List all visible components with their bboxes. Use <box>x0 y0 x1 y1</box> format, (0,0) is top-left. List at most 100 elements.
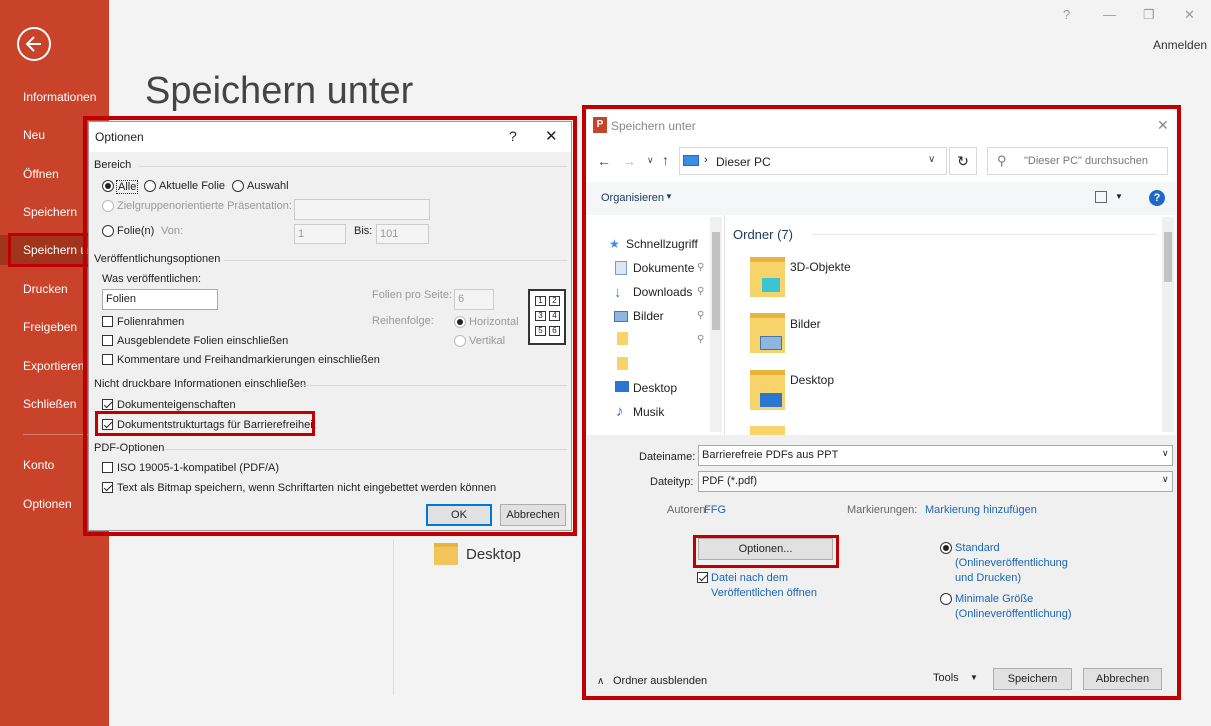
per-page-label: Folien pro Seite: <box>372 289 453 301</box>
back-arrow-icon[interactable] <box>17 27 51 61</box>
nav-scrollbar[interactable] <box>710 217 722 432</box>
folder-desktop[interactable]: Desktop <box>790 373 834 387</box>
save-button[interactable]: Speichern <box>993 668 1072 690</box>
signin-link[interactable]: Anmelden <box>1153 38 1207 52</box>
help-icon[interactable]: ? <box>1063 7 1070 22</box>
pictures-icon <box>760 336 782 350</box>
nav-item-desktop[interactable]: Desktop <box>633 381 677 395</box>
divider <box>812 234 1157 235</box>
options-dialog-titlebar: Optionen ? ✕ <box>89 122 571 152</box>
folder-icon <box>617 357 628 370</box>
tags-link[interactable]: Markierung hinzufügen <box>925 504 1037 516</box>
chevron-down-icon[interactable]: ▼ <box>970 673 978 682</box>
custom-show-select[interactable] <box>294 199 430 220</box>
minimize-icon[interactable]: — <box>1103 7 1116 22</box>
tools-button[interactable]: Tools <box>933 672 959 684</box>
background-folder-desktop[interactable]: Desktop <box>466 546 521 563</box>
filetype-select[interactable]: PDF (*.pdf) <box>698 471 1173 492</box>
back-arrow-icon[interactable]: ← <box>597 153 611 169</box>
range-custom-label: Zielgruppenorientierte Präsentation: <box>117 200 292 212</box>
hide-folders-button[interactable]: Ordner ausblenden <box>613 675 707 687</box>
filename-input[interactable]: Barrierefreie PDFs aus PPT <box>698 445 1173 466</box>
open-after-checkbox[interactable] <box>697 572 708 583</box>
publish-what-label: Was veröffentlichen: <box>102 273 202 285</box>
folder-bilder[interactable]: Bilder <box>790 317 821 331</box>
cancel-button[interactable]: Abbrechen <box>500 504 566 526</box>
ok-button[interactable]: OK <box>426 504 492 526</box>
chevron-up-icon[interactable]: ∧ <box>597 676 604 687</box>
close-window-icon[interactable]: ✕ <box>1184 7 1195 23</box>
divider <box>139 166 567 167</box>
comments-checkbox[interactable] <box>102 354 113 365</box>
range-slides-radio[interactable] <box>102 225 114 237</box>
files-scrollbar[interactable] <box>1162 217 1174 432</box>
from-input[interactable]: 1 <box>294 224 346 244</box>
close-icon[interactable]: ✕ <box>545 127 558 145</box>
organize-button[interactable]: Organisieren <box>601 192 664 204</box>
nav-item-dokumente[interactable]: Dokumente <box>633 261 694 275</box>
highlight-options-button <box>693 535 839 568</box>
section-header[interactable]: Ordner (7) <box>733 227 793 242</box>
layout-cell: 6 <box>549 326 560 336</box>
order-vertical-radio[interactable] <box>454 335 466 347</box>
iso-checkbox[interactable] <box>102 462 113 473</box>
view-options-icon[interactable] <box>1095 191 1107 203</box>
layout-cell: 3 <box>535 311 546 321</box>
authors-value[interactable]: FFG <box>704 504 726 516</box>
close-icon[interactable]: ✕ <box>1157 117 1169 134</box>
bitmap-label: Text als Bitmap speichern, wenn Schrifta… <box>117 482 497 494</box>
folder-icon <box>750 313 785 353</box>
cancel-button[interactable]: Abbrechen <box>1083 668 1162 690</box>
nav-pane: ★ Schnellzugriff Dokumente ⚲ ↓ Downloads… <box>587 215 722 435</box>
up-arrow-icon[interactable]: ↑ <box>662 152 669 168</box>
search-input[interactable]: ⚲ "Dieser PC" durchsuchen <box>987 147 1168 175</box>
folder-3d-objekte[interactable]: 3D-Objekte <box>790 260 851 274</box>
chevron-down-icon[interactable]: ▼ <box>1115 192 1123 201</box>
scroll-thumb[interactable] <box>712 232 720 330</box>
pictures-icon <box>614 311 628 322</box>
per-page-select[interactable]: 6 <box>454 289 494 310</box>
filetype-label: Dateityp: <box>650 476 694 488</box>
recent-chevron-icon[interactable]: ∨ <box>647 155 654 166</box>
to-input[interactable]: 101 <box>376 224 429 244</box>
folder-icon <box>617 332 628 345</box>
document-icon <box>615 261 627 275</box>
folder-icon <box>750 257 785 297</box>
pin-icon: ⚲ <box>697 334 705 345</box>
restore-icon[interactable]: ❐ <box>1143 7 1155 23</box>
divider <box>224 260 567 261</box>
filename-label: Dateiname: <box>639 451 696 463</box>
nav-item-schnellzugriff[interactable]: Schnellzugriff <box>626 237 698 251</box>
powerpoint-icon: P <box>593 117 607 133</box>
to-label: Bis: <box>354 225 373 237</box>
help-icon[interactable]: ? <box>509 128 517 144</box>
range-current-radio[interactable] <box>144 180 156 192</box>
nonprint-header: Nicht druckbare Informationen einschließ… <box>94 378 307 390</box>
bitmap-checkbox[interactable] <box>102 482 113 493</box>
nav-item-bilder[interactable]: Bilder <box>633 309 664 323</box>
help-icon[interactable]: ? <box>1149 190 1165 206</box>
range-current-label: Aktuelle Folie <box>159 180 226 192</box>
nav-item-musik[interactable]: Musik <box>633 405 664 419</box>
save-as-dialog: P Speichern unter ✕ ← → ∨ ↑ › Dieser PC … <box>587 110 1176 695</box>
chevron-down-icon[interactable]: ∨ <box>928 154 935 165</box>
forward-arrow-icon[interactable]: → <box>622 153 636 169</box>
address-bar[interactable]: › Dieser PC ∨ <box>679 147 947 175</box>
frame-checkbox[interactable] <box>102 316 113 327</box>
refresh-icon[interactable]: ↻ <box>949 147 977 175</box>
scroll-thumb[interactable] <box>1164 232 1172 282</box>
download-icon: ↓ <box>614 284 622 301</box>
range-all-radio[interactable] <box>102 180 114 192</box>
nav-item-downloads[interactable]: Downloads <box>633 285 692 299</box>
standard-radio[interactable] <box>940 542 952 554</box>
minimal-radio[interactable] <box>940 593 952 605</box>
range-selection-radio[interactable] <box>232 180 244 192</box>
options-dialog-title: Optionen <box>95 130 144 144</box>
publish-what-select[interactable]: Folien <box>102 289 218 310</box>
sidebar-item-informationen[interactable]: Informationen <box>0 82 109 112</box>
order-horizontal-radio[interactable] <box>454 316 466 328</box>
layout-preview-icon: 1 2 3 4 5 6 <box>528 289 566 345</box>
doc-props-checkbox[interactable] <box>102 399 113 410</box>
hidden-slides-checkbox[interactable] <box>102 335 113 346</box>
range-custom-radio[interactable] <box>102 200 114 212</box>
